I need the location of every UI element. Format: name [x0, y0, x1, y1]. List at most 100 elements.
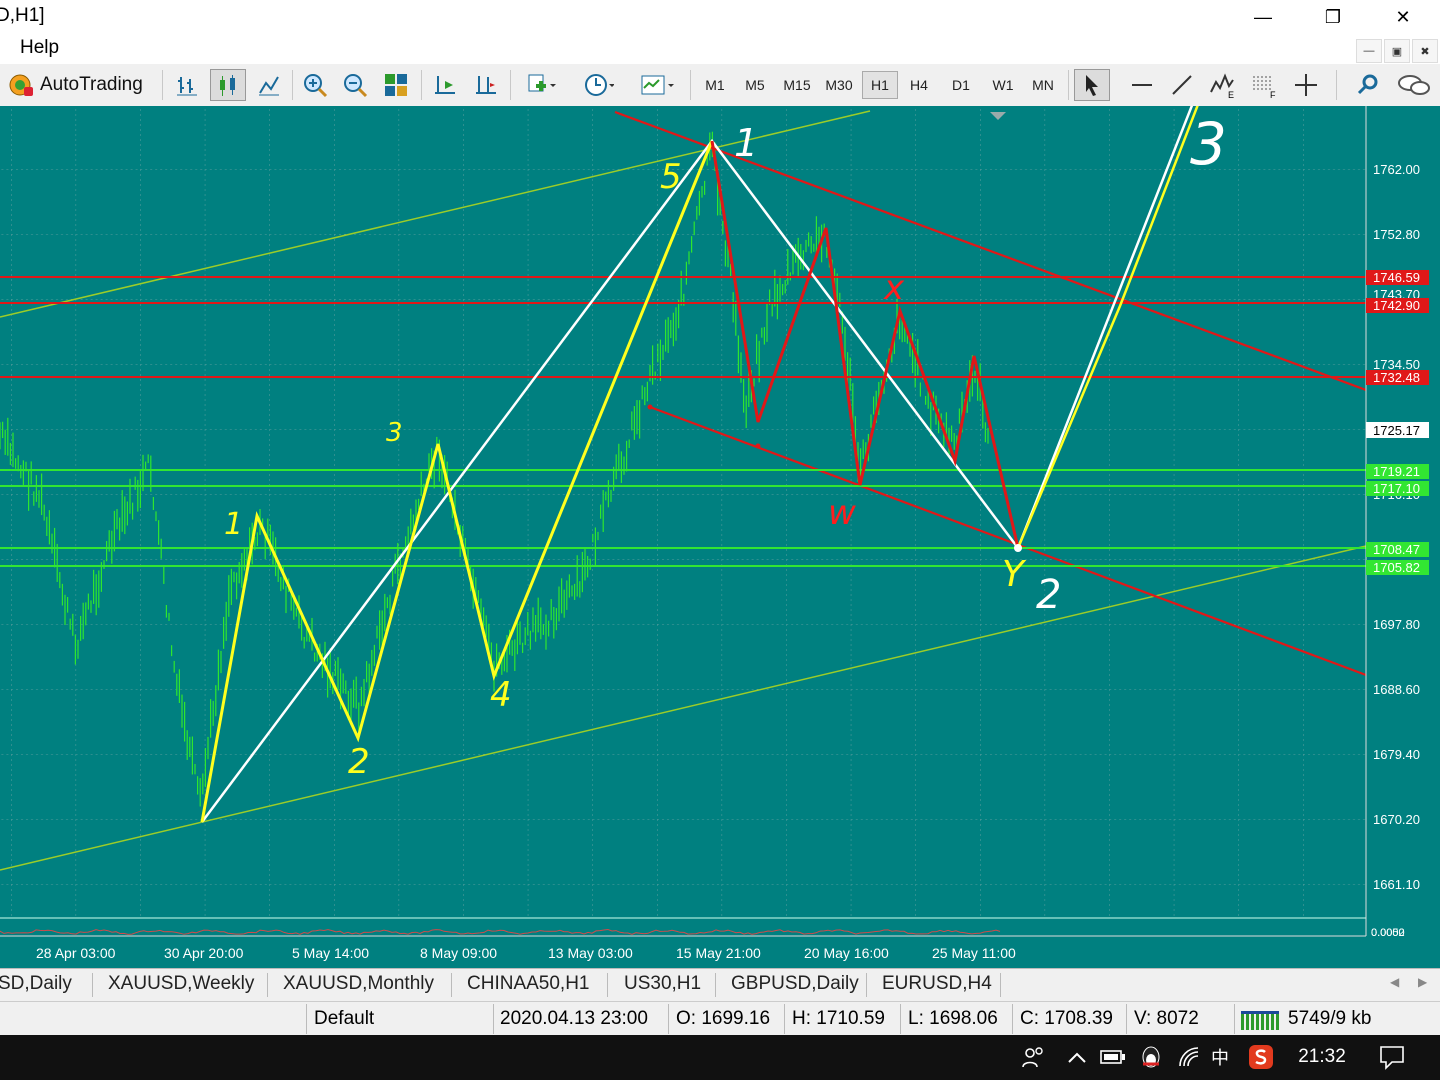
wave-label-w: w [828, 493, 856, 533]
toolbar-separator [292, 70, 293, 100]
svg-text:5 May 14:00: 5 May 14:00 [292, 945, 369, 961]
svg-text:13 May 03:00: 13 May 03:00 [548, 945, 633, 961]
tile-windows-icon[interactable] [378, 69, 414, 101]
connection-bars-icon [1241, 1011, 1279, 1030]
chat-icon[interactable] [1394, 69, 1434, 101]
mdi-restore-button[interactable]: ▣ [1384, 39, 1410, 63]
status-low: L: 1698.06 [908, 1008, 998, 1029]
chevron-up-icon[interactable] [1064, 1043, 1090, 1071]
timeframe-h1[interactable]: H1 [862, 71, 898, 99]
svg-text:15 May 21:00: 15 May 21:00 [676, 945, 761, 961]
status-profile: Default [314, 1008, 375, 1029]
people-icon[interactable] [1018, 1043, 1048, 1071]
tab-eurusd-h4[interactable]: EURUSD,H4 [882, 973, 992, 995]
timeframe-m15[interactable]: M15 [778, 71, 816, 99]
wifi-icon[interactable] [1174, 1043, 1204, 1071]
status-high: H: 1710.59 [792, 1008, 885, 1029]
chart-tabs: SD,Daily XAUUSD,Weekly XAUUSD,Monthly CH… [0, 968, 1440, 1002]
candlestick-icon[interactable] [210, 69, 246, 101]
status-volume: V: 8072 [1134, 1008, 1199, 1029]
tab-scroll-right-icon[interactable]: ▶ [1418, 975, 1427, 989]
status-datetime: 2020.04.13 23:00 [500, 1008, 648, 1029]
chart-grid [0, 106, 1366, 916]
svg-text:1679.40: 1679.40 [1373, 747, 1420, 762]
tab-chinaa50-h1[interactable]: CHINAA50,H1 [467, 973, 590, 995]
status-bar: Default 2020.04.13 23:00 O: 1699.16 H: 1… [0, 1001, 1440, 1036]
tab-xauusd-monthly[interactable]: XAUUSD,Monthly [283, 973, 434, 995]
menu-bar: Help [0, 34, 1440, 64]
horizontal-line-icon[interactable] [1124, 69, 1160, 101]
timeframe-h4[interactable]: H4 [902, 71, 936, 99]
minimize-button[interactable]: — [1233, 0, 1293, 34]
title-bar: D,H1] — ❐ ✕ [0, 0, 1440, 34]
timeframe-w1[interactable]: W1 [986, 71, 1020, 99]
toolbar-separator [510, 70, 511, 100]
templates-dropdown[interactable] [632, 69, 682, 101]
svg-text:1688.60: 1688.60 [1373, 682, 1420, 697]
wave-label-5: 5 [660, 157, 682, 197]
timeframe-m1[interactable]: M1 [698, 71, 732, 99]
sogou-icon[interactable] [1246, 1043, 1276, 1071]
toolbar-separator [162, 70, 163, 100]
elliott-wave-icon[interactable]: E [1204, 69, 1240, 101]
svg-text:F: F [1270, 90, 1276, 98]
tab-scroll-left-icon[interactable]: ◀ [1390, 975, 1399, 989]
tab-xauusd-weekly[interactable]: XAUUSD,Weekly [108, 973, 254, 995]
crosshair-icon[interactable] [1288, 69, 1324, 101]
line-chart-icon[interactable] [252, 69, 286, 101]
svg-text:20 May 16:00: 20 May 16:00 [804, 945, 889, 961]
price-tag-r2: 1742.90 [1373, 298, 1420, 313]
mdi-minimize-button[interactable]: — [1356, 39, 1382, 63]
price-tag-g4: 1705.82 [1373, 560, 1420, 575]
battery-icon[interactable] [1098, 1043, 1128, 1071]
toolbar-separator [1336, 70, 1337, 100]
wave-label-1: 1 [224, 507, 243, 542]
zoom-out-icon[interactable] [338, 69, 372, 101]
timeframe-m5[interactable]: M5 [738, 71, 772, 99]
svg-text:30 Apr 20:00: 30 Apr 20:00 [164, 945, 244, 961]
price-tag-g1: 1719.21 [1373, 464, 1420, 479]
svg-text:28 Apr 03:00: 28 Apr 03:00 [36, 945, 116, 961]
search-icon[interactable] [1350, 69, 1386, 101]
ime-indicator[interactable]: 中 [1206, 1043, 1234, 1071]
timeframe-mn[interactable]: MN [1026, 71, 1060, 99]
timeframe-d1[interactable]: D1 [944, 71, 978, 99]
svg-text:E: E [1228, 90, 1234, 98]
indicators-dropdown[interactable] [516, 69, 566, 101]
timeframe-m30[interactable]: M30 [820, 71, 858, 99]
window-title: D,H1] [0, 5, 45, 26]
price-tag-r1: 1746.59 [1373, 270, 1420, 285]
status-close: C: 1708.39 [1020, 1008, 1113, 1029]
tab-us30-h1[interactable]: US30,H1 [624, 973, 701, 995]
chart-canvas: 1 2 3 4 5 1 2 3 w x Y 1762.00 1752.80 17… [0, 0, 1429, 961]
mdi-close-button[interactable]: ✖ [1412, 39, 1438, 63]
svg-text:8 May 09:00: 8 May 09:00 [420, 945, 497, 961]
chart-shift-icon[interactable] [468, 69, 504, 101]
wave-label-3-target: 3 [1190, 110, 1227, 178]
notification-icon[interactable] [1372, 1043, 1412, 1071]
menu-help[interactable]: Help [20, 37, 59, 59]
svg-text:1661.10: 1661.10 [1373, 877, 1420, 892]
svg-text:1697.80: 1697.80 [1373, 617, 1420, 632]
qq-penguin-icon[interactable] [1136, 1043, 1166, 1071]
tab-gbpusd-daily[interactable]: GBPUSD,Daily [731, 973, 859, 995]
trendline-icon[interactable] [1164, 69, 1200, 101]
cursor-icon[interactable] [1074, 69, 1110, 101]
wave-label-x: x [883, 268, 905, 308]
autoscroll-icon[interactable] [428, 69, 462, 101]
wave-label-2: 2 [348, 742, 370, 782]
bar-chart-icon[interactable] [170, 69, 204, 101]
fibonacci-icon[interactable]: F [1246, 69, 1282, 101]
svg-text:1670.20: 1670.20 [1373, 812, 1420, 827]
svg-text:1762.00: 1762.00 [1373, 162, 1420, 177]
close-button[interactable]: ✕ [1373, 0, 1433, 34]
wave-label-bottom-2: 2 [1036, 572, 1061, 618]
restore-button[interactable]: ❐ [1303, 0, 1363, 34]
tab-xauusd-daily[interactable]: SD,Daily [0, 973, 72, 995]
periods-dropdown[interactable] [574, 69, 624, 101]
price-chart[interactable]: 1 2 3 4 5 1 2 3 w x Y 1762.00 1752.80 17… [0, 0, 1440, 968]
price-tag-g3: 1708.47 [1373, 542, 1420, 557]
indicator-line [0, 928, 1001, 935]
autotrading-button[interactable]: AutoTrading [6, 69, 156, 101]
zoom-in-icon[interactable] [298, 69, 332, 101]
